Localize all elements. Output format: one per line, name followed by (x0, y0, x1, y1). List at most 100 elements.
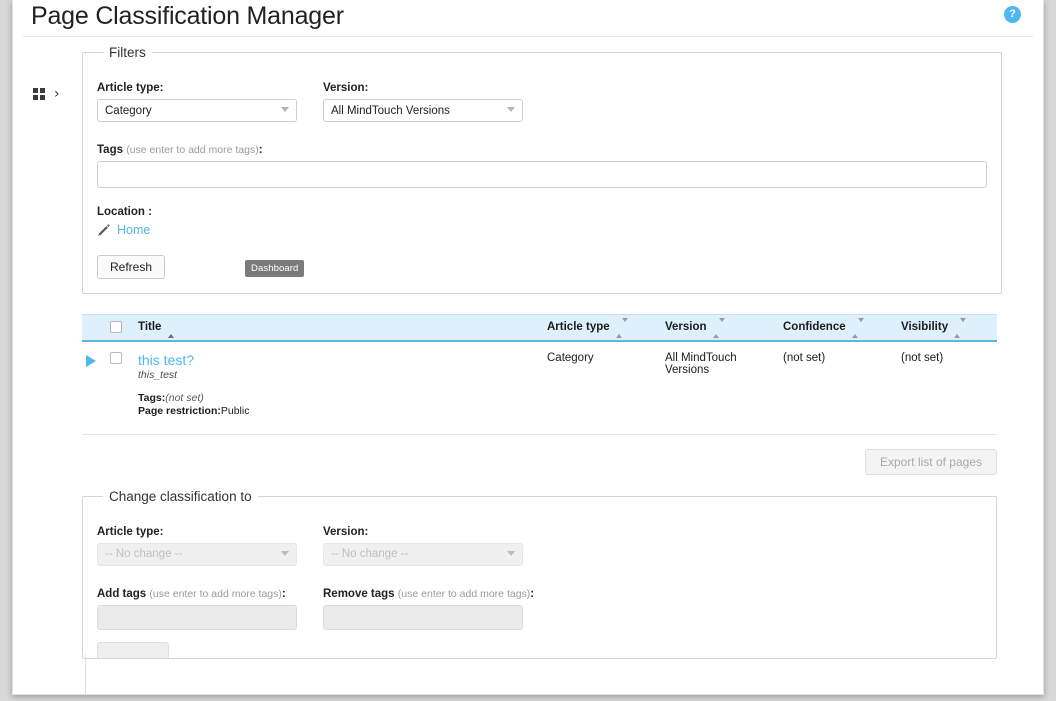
table-head: Title Article type Version Confidence Vi… (82, 314, 997, 342)
sort-both-icon (851, 317, 864, 338)
sort-both-icon (954, 317, 967, 338)
page-body: › Filters Article type: Category Version… (13, 37, 1043, 694)
sort-asc-icon (167, 321, 175, 338)
th-article-type-label: Article type (547, 320, 610, 333)
filter-article-type-wrap: Category (97, 99, 297, 122)
change-version-label: Version: (323, 525, 369, 538)
row-checkbox[interactable] (110, 351, 122, 364)
row-title-meta: Tags:(not set) Page restriction:Public (138, 392, 539, 418)
page-title: Page Classification Manager (31, 2, 344, 30)
expand-triangle-icon[interactable] (86, 354, 96, 367)
th-select-all[interactable] (106, 314, 134, 342)
change-version-select[interactable]: -- No change -- (323, 542, 523, 566)
add-tags-group: Add tags (use enter to add more tags): (97, 588, 323, 630)
th-version-label: Version (665, 320, 707, 333)
add-tags-colon: : (281, 587, 286, 600)
change-tags-row: Add tags (use enter to add more tags): R… (97, 588, 982, 630)
row-tags-label: Tags: (138, 391, 166, 404)
th-version[interactable]: Version (661, 314, 779, 342)
filter-tags-group: Tags (use enter to add more tags): (97, 144, 987, 188)
row-article-type: Category (543, 340, 661, 435)
refresh-button[interactable]: Refresh (97, 255, 166, 279)
th-visibility-label: Visibility (901, 320, 949, 333)
filter-tags-hint: (use enter to add more tags) (126, 144, 259, 156)
grid-icon[interactable] (33, 88, 45, 100)
th-title[interactable]: Title (134, 314, 543, 342)
filter-tags-label: Tags (use enter to add more tags): (97, 144, 987, 156)
apply-button-clip (97, 641, 982, 658)
dashboard-tooltip: Dashboard (245, 260, 305, 277)
results-table: Title Article type Version Confidence Vi… (82, 314, 997, 435)
filter-article-type-group: Article type: Category (97, 82, 323, 122)
remove-tags-label-text: Remove tags (323, 587, 395, 600)
change-selects-row: Article type: -- No change -- Version: -… (97, 526, 982, 566)
change-article-type-label: Article type: (97, 525, 164, 538)
row-title-slug: this_test (138, 368, 178, 381)
change-article-type-group: Article type: -- No change -- (97, 526, 323, 566)
table-body: this test? this_test Tags:(not set) Page… (82, 340, 997, 435)
row-restriction-value: Public (220, 404, 250, 417)
filter-version-wrap: All MindTouch Versions (323, 99, 523, 122)
row-title-link[interactable]: this test? (138, 352, 539, 368)
export-row: Export list of pages (82, 448, 997, 475)
add-tags-hint: (use enter to add more tags) (149, 587, 282, 600)
filter-location-group: Location : Home (97, 206, 987, 237)
filters-panel: Filters Article type: Category Version: (82, 45, 1002, 294)
th-visibility[interactable]: Visibility (897, 314, 997, 342)
th-expand (82, 314, 106, 342)
th-title-label: Title (138, 320, 162, 333)
th-article-type[interactable]: Article type (543, 314, 661, 342)
filter-tags-label-text: Tags (97, 144, 123, 156)
row-tags-value: (not set) (165, 391, 204, 404)
row-expand-cell[interactable] (82, 340, 106, 435)
select-all-checkbox[interactable] (110, 321, 122, 334)
sort-both-icon (615, 317, 628, 338)
filter-tags-input[interactable] (97, 161, 987, 188)
filter-article-type-select[interactable]: Category (97, 99, 297, 122)
filters-legend: Filters (109, 45, 146, 60)
chevron-right-icon[interactable]: › (54, 87, 60, 101)
apply-changes-button[interactable] (97, 641, 169, 658)
add-tags-label-text: Add tags (97, 587, 147, 600)
help-icon[interactable]: ? (1004, 6, 1021, 23)
remove-tags-hint: (use enter to add more tags) (397, 587, 531, 600)
table-row: this test? this_test Tags:(not set) Page… (82, 340, 997, 435)
filter-version-select[interactable]: All MindTouch Versions (323, 99, 523, 122)
row-confidence: (not set) (779, 340, 897, 435)
change-article-type-wrap: -- No change -- (97, 542, 297, 566)
row-select-cell[interactable] (106, 340, 134, 435)
filter-version-group: Version: All MindTouch Versions (323, 82, 549, 122)
th-confidence-label: Confidence (783, 320, 846, 333)
filter-location-link[interactable]: Home (117, 223, 150, 237)
filters-selects-row: Article type: Category Version: All Mind… (97, 82, 987, 122)
sidebar-toggle: › (33, 87, 60, 101)
filter-tags-colon: : (258, 144, 263, 156)
table-header-row: Title Article type Version Confidence Vi… (82, 314, 997, 342)
filter-location-label: Location : (97, 206, 152, 218)
row-restriction-line: Page restriction:Public (138, 405, 539, 418)
remove-tags-input[interactable] (323, 604, 523, 630)
results-table-wrap: Title Article type Version Confidence Vi… (82, 314, 997, 435)
pencil-icon[interactable] (97, 223, 110, 237)
change-version-group: Version: -- No change -- (323, 526, 549, 566)
row-version: All MindTouch Versions (661, 340, 779, 435)
remove-tags-label: Remove tags (use enter to add more tags)… (323, 588, 549, 600)
th-confidence[interactable]: Confidence (779, 314, 897, 342)
page-header: Page Classification Manager ? (23, 0, 1033, 37)
panel-left-divider (85, 655, 86, 694)
row-title-cell: this test? this_test Tags:(not set) Page… (134, 340, 543, 435)
sort-both-icon (712, 317, 725, 338)
row-restriction-label: Page restriction: (138, 404, 221, 417)
change-classification-legend: Change classification to (109, 488, 252, 504)
remove-tags-colon: : (530, 587, 535, 600)
filter-location-line: Home (97, 223, 987, 237)
remove-tags-group: Remove tags (use enter to add more tags)… (323, 588, 549, 630)
filter-article-type-label: Article type: (97, 82, 164, 94)
row-visibility: (not set) (897, 340, 997, 435)
change-version-wrap: -- No change -- (323, 542, 523, 566)
app-window: Page Classification Manager ? › Filters … (12, 0, 1044, 695)
export-list-of-pages-button[interactable]: Export list of pages (864, 448, 997, 475)
filters-actions-row: Refresh Dashboard (97, 255, 987, 279)
change-article-type-select[interactable]: -- No change -- (97, 542, 297, 566)
add-tags-input[interactable] (97, 604, 297, 630)
